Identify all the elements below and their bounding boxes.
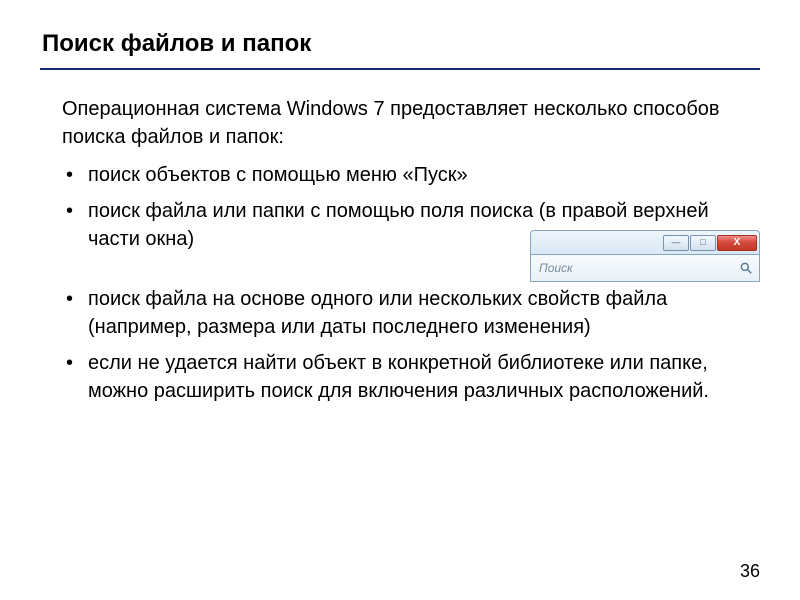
window-titlebar: — □ X — [530, 230, 760, 254]
close-button[interactable]: X — [717, 235, 757, 251]
title-underline — [40, 68, 760, 70]
search-icon[interactable] — [739, 261, 753, 275]
list-item: если не удается найти объект в конкретно… — [62, 349, 760, 405]
windows-search-embed: — □ X Поиск — [530, 230, 760, 282]
bullet-list-bottom: поиск файла на основе одного или несколь… — [62, 285, 760, 405]
slide-title: Поиск файлов и папок — [40, 30, 760, 58]
page-number: 36 — [740, 561, 760, 582]
list-item: поиск объектов с помощью меню «Пуск» — [62, 161, 760, 189]
minimize-button[interactable]: — — [663, 235, 689, 251]
maximize-button[interactable]: □ — [690, 235, 716, 251]
list-item: поиск файла на основе одного или несколь… — [62, 285, 760, 341]
search-input[interactable]: Поиск — [539, 261, 739, 275]
search-bar: Поиск — [530, 254, 760, 282]
intro-text: Операционная система Windows 7 предостав… — [62, 95, 760, 151]
